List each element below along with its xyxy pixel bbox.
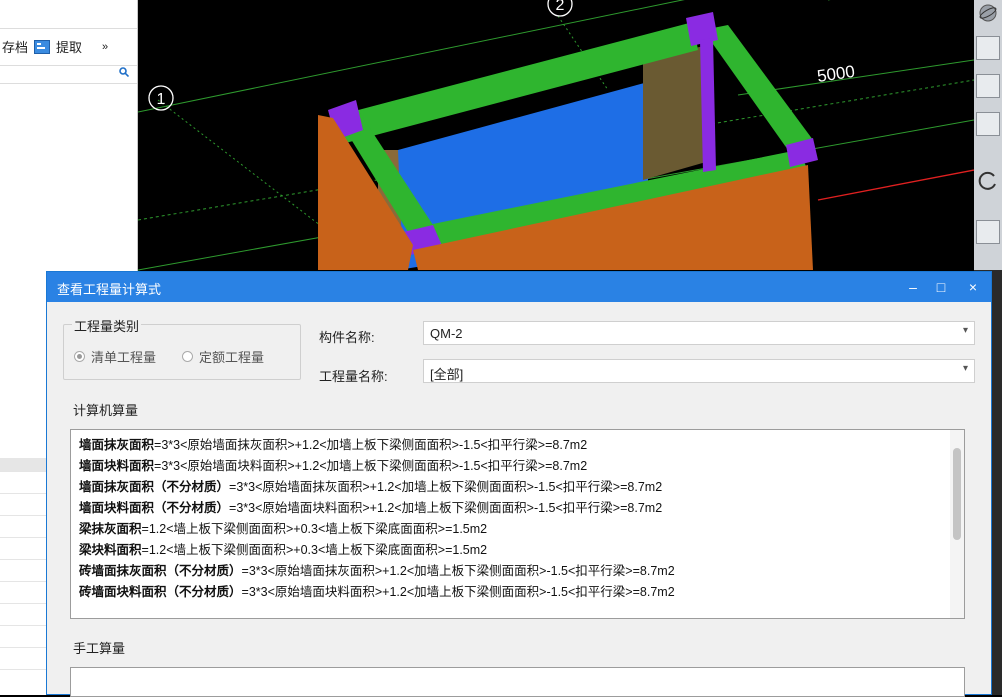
close-button[interactable]: × [963,277,983,297]
computer-calc-title: 计算机算量 [73,403,139,418]
grid-view-icon[interactable] [976,220,1000,244]
beam-top-right [703,25,813,150]
quantity-name-label: 工程量名称: [319,369,388,384]
view-2d-button[interactable] [976,36,1000,60]
calc-scrollbar[interactable] [950,430,964,618]
radio-label: 定额工程量 [199,350,265,365]
rotate-icon[interactable] [976,168,1000,192]
axis-label-1: 1 [157,91,166,108]
scrollbar-thumb[interactable] [953,448,961,540]
quantity-type-group: 工程量类别 清单工程量 定额工程量 [63,316,301,380]
maximize-button[interactable]: □ [931,277,951,297]
dialog-titlebar[interactable]: 查看工程量计算式 – □ × [47,272,991,302]
toolbar-more-button[interactable]: » [102,41,108,53]
component-name-select[interactable]: QM-2 ▾ [423,321,975,345]
save-archive-button[interactable]: 存档 [2,37,28,56]
calc-line: 墙面块料面积（不分材质）=3*3<原始墙面块料面积>+1.2<加墙上板下梁侧面面… [79,501,663,515]
chevron-down-icon[interactable]: ▾ [963,363,968,374]
calc-line: 梁抹灰面积=1.2<墙上板下梁侧面面积>+0.3<墙上板下梁底面面积>=1.5m… [79,522,488,536]
minimize-button[interactable]: – [903,277,923,297]
quantity-name-value: [全部] [430,367,464,382]
calc-line: 砖墙面块料面积（不分材质）=3*3<原始墙面块料面积>+1.2<加墙上板下梁侧面… [79,585,675,599]
calc-line: 墙面块料面积=3*3<原始墙面块料面积>+1.2<加墙上板下梁侧面面积>-1.5… [79,459,588,473]
radio-quota-quantity[interactable]: 定额工程量 [182,347,264,366]
left-search-input[interactable] [0,66,137,84]
radio-label: 清单工程量 [91,350,157,365]
view-tools [974,0,1002,270]
calc-lines: 墙面抹灰面积=3*3<原始墙面抹灰面积>+1.2<加墙上板下梁侧面面积>-1.5… [79,435,939,603]
computer-calc-textarea[interactable]: 墙面抹灰面积=3*3<原始墙面抹灰面积>+1.2<加墙上板下梁侧面面积>-1.5… [70,429,965,619]
calc-line: 砖墙面抹灰面积（不分材质）=3*3<原始墙面抹灰面积>+1.2<加墙上板下梁侧面… [79,564,675,578]
calc-line: 梁块料面积=1.2<墙上板下梁侧面面积>+0.3<墙上板下梁底面面积>=1.5m… [79,543,488,557]
search-icon[interactable] [119,67,130,80]
quantity-type-title: 工程量类别 [72,316,142,335]
calc-line: 墙面抹灰面积=3*3<原始墙面抹灰面积>+1.2<加墙上板下梁侧面面积>-1.5… [79,438,588,452]
component-name-label: 构件名称: [319,330,375,345]
quantity-name-select[interactable]: [全部] ▾ [423,359,975,383]
extract-button[interactable]: 提取 [56,37,82,56]
manual-calc-title: 手工算量 [73,641,126,656]
component-name-value: QM-2 [430,326,463,341]
extract-icon [34,39,51,54]
calc-line: 墙面抹灰面积（不分材质）=3*3<原始墙面抹灰面积>+1.2<加墙上板下梁侧面面… [79,480,663,494]
plan-view-icon[interactable] [976,74,1000,98]
chevron-down-icon[interactable]: ▾ [963,325,968,336]
radio-circle[interactable] [182,351,193,362]
radio-circle[interactable] [74,351,85,362]
dialog-title: 查看工程量计算式 [57,282,162,297]
axis-label-2: 2 [556,0,565,14]
dimension-label: 5000 [816,62,856,86]
orbit-icon[interactable] [976,2,1000,26]
radio-bill-quantity[interactable]: 清单工程量 [74,347,156,366]
manual-calc-textarea[interactable] [70,667,965,697]
quantity-formula-dialog: 查看工程量计算式 – □ × 工程量类别 清单工程量 定额工程量 构件名称: Q… [46,271,992,697]
cube-view-icon[interactable] [976,112,1000,136]
left-toolbar: 存档 提取 » [0,28,137,66]
